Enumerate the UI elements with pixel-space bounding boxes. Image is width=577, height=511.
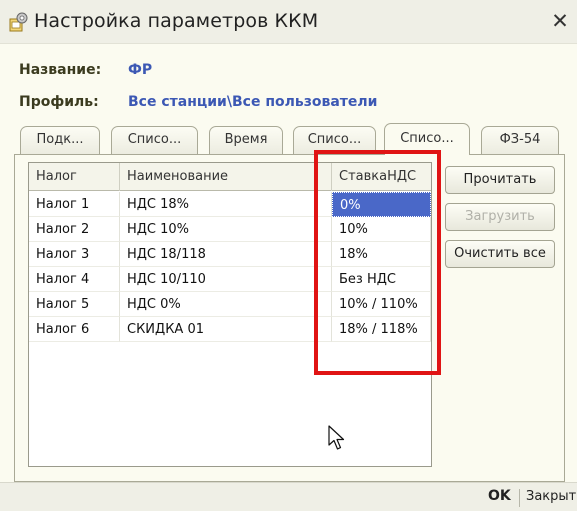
name-cell[interactable]: НДС 18% — [120, 192, 332, 217]
load-button[interactable]: Загрузить — [445, 203, 555, 231]
tax-cell[interactable]: Налог 3 — [29, 242, 120, 267]
footer-divider — [519, 489, 520, 507]
vat-rate-cell[interactable]: 18% / 118% — [332, 317, 431, 342]
tab-fz54[interactable]: ФЗ-54 — [481, 126, 559, 154]
column-header-name[interactable]: Наименование — [120, 163, 332, 191]
vat-rate-cell-selected[interactable]: 0% — [332, 192, 431, 217]
table-row[interactable]: Налог 4 НДС 10/110 Без НДС — [29, 267, 431, 292]
vat-rate-cell[interactable]: 18% — [332, 242, 431, 267]
clear-all-button[interactable]: Очистить все — [445, 240, 555, 268]
tab-time[interactable]: Время — [209, 126, 283, 154]
name-cell[interactable]: НДС 0% — [120, 292, 332, 317]
tab-list-2[interactable]: Списо... — [293, 126, 376, 154]
mouse-pointer-icon — [328, 425, 345, 450]
name-value: ФР — [128, 62, 153, 78]
close-icon[interactable]: ✕ — [549, 10, 571, 32]
tax-cell[interactable]: Налог 4 — [29, 267, 120, 292]
tax-cell[interactable]: Налог 5 — [29, 292, 120, 317]
column-header-vat-rate[interactable]: СтавкаНДС — [332, 163, 431, 191]
tab-connection[interactable]: Подк... — [20, 126, 100, 154]
name-cell[interactable]: НДС 10/110 — [120, 267, 332, 292]
dialog-footer: OK Закрыть — [0, 482, 577, 511]
table-row[interactable]: Налог 3 НДС 18/118 18% — [29, 242, 431, 267]
name-cell[interactable]: СКИДКА 01 — [120, 317, 332, 342]
tab-list-3[interactable]: Списо... — [384, 123, 470, 155]
close-button[interactable]: Закрыть — [526, 489, 577, 504]
table-row[interactable]: Налог 1 НДС 18% 0% — [29, 192, 431, 217]
settings-window: Настройка параметров ККМ ✕ Название: ФР … — [0, 0, 577, 511]
profile-label: Профиль: — [19, 94, 99, 110]
vat-rate-cell[interactable]: 10% — [332, 217, 431, 242]
window-title: Настройка параметров ККМ — [34, 10, 319, 32]
profile-value: Все станции\Все пользователи — [128, 94, 378, 110]
vat-rate-cell[interactable]: 10% / 110% — [332, 292, 431, 317]
tax-table[interactable]: Налог Наименование СтавкаНДС Налог 1 НДС… — [28, 162, 432, 467]
table-row[interactable]: Налог 2 НДС 10% 10% — [29, 217, 431, 242]
settings-gear-icon — [9, 12, 28, 32]
table-row[interactable]: Налог 5 НДС 0% 10% / 110% — [29, 292, 431, 317]
tax-cell[interactable]: Налог 6 — [29, 317, 120, 342]
vat-rate-cell[interactable]: Без НДС — [332, 267, 431, 292]
table-header: Налог Наименование СтавкаНДС — [29, 163, 431, 191]
ok-button[interactable]: OK — [488, 488, 511, 504]
tax-cell[interactable]: Налог 2 — [29, 217, 120, 242]
name-cell[interactable]: НДС 18/118 — [120, 242, 332, 267]
name-label: Название: — [19, 62, 102, 78]
read-button[interactable]: Прочитать — [445, 166, 555, 194]
name-cell[interactable]: НДС 10% — [120, 217, 332, 242]
tab-list-1[interactable]: Списо... — [111, 126, 198, 154]
tax-cell[interactable]: Налог 1 — [29, 192, 120, 217]
title-bar[interactable]: Настройка параметров ККМ ✕ — [0, 0, 577, 44]
column-header-tax[interactable]: Налог — [29, 163, 120, 191]
table-row[interactable]: Налог 6 СКИДКА 01 18% / 118% — [29, 317, 431, 342]
